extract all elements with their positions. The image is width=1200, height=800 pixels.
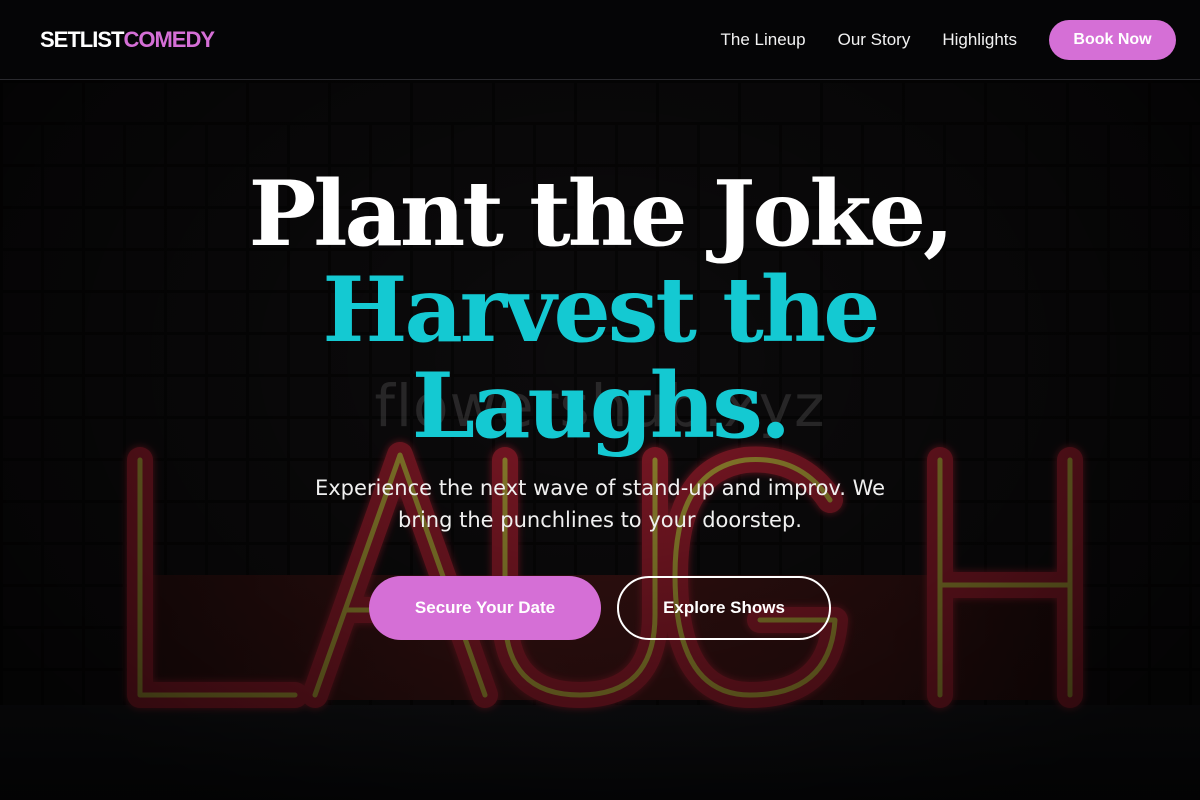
- headline-line-2: Harvest the: [322, 257, 880, 363]
- logo-comedy: COMEDY: [123, 26, 215, 52]
- nav-link-highlights[interactable]: Highlights: [942, 30, 1017, 50]
- top-navigation: SETLISTCOMEDY The Lineup Our Story Highl…: [0, 0, 1200, 80]
- nav-link-our-story[interactable]: Our Story: [838, 30, 911, 50]
- nav-link-lineup[interactable]: The Lineup: [721, 30, 806, 50]
- headline-line-3: Laughs.: [411, 353, 791, 459]
- site-logo[interactable]: SETLISTCOMEDY: [40, 26, 215, 53]
- secure-your-date-button[interactable]: Secure Your Date: [369, 576, 601, 640]
- book-now-button[interactable]: Book Now: [1049, 19, 1176, 60]
- explore-shows-button[interactable]: Explore Shows: [617, 576, 831, 640]
- hero-headline: Plant the Joke, Harvest the Laughs.: [0, 166, 1200, 454]
- nav-links: The Lineup Our Story Highlights Book Now: [721, 19, 1176, 60]
- hero-subtitle: Experience the next wave of stand-up and…: [314, 476, 886, 532]
- hero-section: Plant the Joke, Harvest the Laughs. Expe…: [0, 80, 1200, 800]
- headline-line-1: Plant the Joke,: [248, 161, 955, 267]
- logo-setlist: SETLIST: [40, 26, 124, 52]
